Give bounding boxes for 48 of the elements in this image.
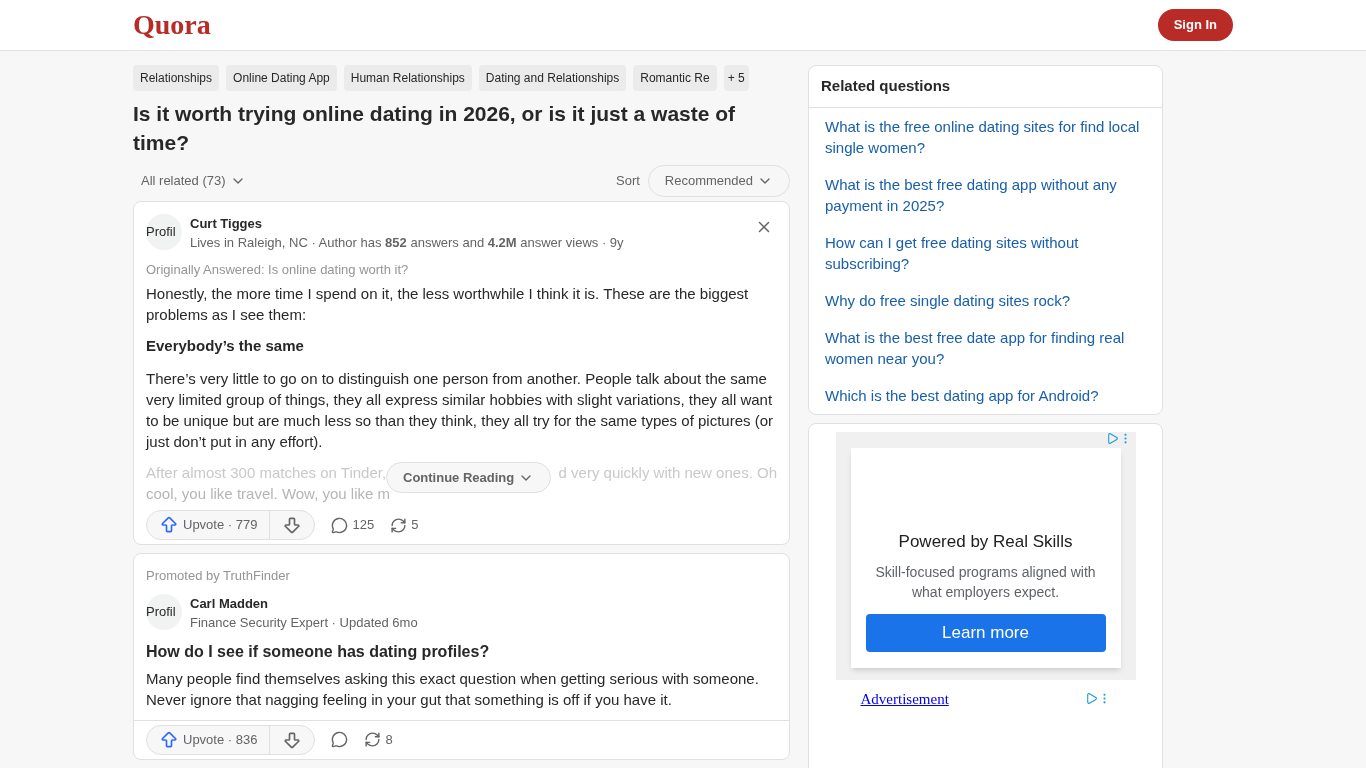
learn-more-button[interactable]: Learn more	[865, 614, 1106, 652]
answer-paragraph: Many people find themselves asking this exact question when getting serious with someone. Never ignore that nagging feeling in your gut that something is off if you have it.	[146, 668, 760, 710]
ad-body: Skill-focused programs aligned with what employers expect.	[874, 563, 1097, 602]
share-button[interactable]: 5	[390, 515, 419, 535]
answer-heading: Everybody’s the same	[146, 336, 305, 356]
comment-icon	[331, 516, 349, 534]
avatar-image: Profil	[146, 213, 182, 250]
author-meta: Lives in Raleigh, NC · Author has 852 answers and 4.2M answer views · 9y	[190, 233, 625, 252]
author-name[interactable]: Curt Tigges	[190, 213, 743, 233]
upvote-icon	[159, 515, 179, 535]
share-icon	[390, 516, 408, 534]
advertisement-link[interactable]: Advertisement	[860, 687, 949, 710]
upvote-icon	[159, 729, 179, 750]
topic-tag[interactable]: Dating and Relationships	[478, 65, 627, 91]
share-button[interactable]: 8	[364, 729, 393, 750]
avatar-image: Profil	[146, 593, 182, 630]
all-related-dropdown[interactable]: All related (73)	[133, 171, 254, 191]
panel-title: Related questions	[809, 66, 1162, 108]
ad-choices-icon	[1105, 431, 1119, 445]
author-name[interactable]: Carl Madden	[190, 593, 777, 613]
author-meta: Finance Security Expert · Updated 6mo	[190, 613, 419, 632]
comment-icon	[331, 731, 349, 748]
more-topics-tag[interactable]: + 5	[723, 65, 749, 91]
originally-answered: Originally Answered: Is online dating worth it?	[146, 260, 410, 279]
topic-tag[interactable]: Online Dating App	[226, 65, 337, 91]
related-question-link[interactable]: What is the free online dating sites for find local single women?	[825, 115, 1146, 158]
ad-headline: Powered by Real Skills	[898, 530, 1073, 553]
promoted-label: Promoted by TruthFinder	[146, 567, 291, 585]
ad-choices-icon	[1084, 692, 1098, 706]
comments-button[interactable]: 125	[331, 515, 375, 535]
comments-button[interactable]	[331, 731, 349, 748]
related-question-link[interactable]: How can I get free dating sites without subscribing?	[825, 231, 1146, 274]
downvote-icon	[282, 515, 303, 535]
related-question-link[interactable]: Why do free single dating sites rock?	[825, 289, 1146, 311]
promoted-title[interactable]: How do I see if someone has dating profiles?	[146, 639, 777, 664]
related-question-link[interactable]: What is the best free dating app without any payment in 2025?	[825, 173, 1146, 216]
sign-in-button[interactable]: Sign In	[1157, 9, 1233, 41]
sort-label: Sort	[616, 172, 640, 190]
topic-tag[interactable]: Human Relationships	[343, 65, 472, 91]
logo[interactable]: Quora	[133, 4, 211, 46]
topic-tag[interactable]: Relationships	[133, 65, 220, 91]
answer-paragraph: There’s very little to go on to distinguish one person from another. People talk about the same very limited group of things, they all express similar hobbies with slight variations, they all want to be unique but are much less so than they think, they all try for the same types of pictures (or just don’t put in any effort).	[146, 369, 774, 452]
related-question-link[interactable]: What is the best free date app for finding real women near you?	[825, 326, 1146, 369]
related-question-link[interactable]: Which is the best dating app for Android?	[825, 384, 1146, 406]
share-icon	[364, 731, 382, 748]
topic-tag[interactable]: Romantic Re	[633, 65, 717, 91]
answer-paragraph: Honestly, the more time I spend on it, the less worthwhile I think it is. These are the biggest problems as I see them:	[146, 284, 750, 325]
question-title: Is it worth trying online dating in 2026, or is it just a waste of time?	[133, 101, 737, 156]
